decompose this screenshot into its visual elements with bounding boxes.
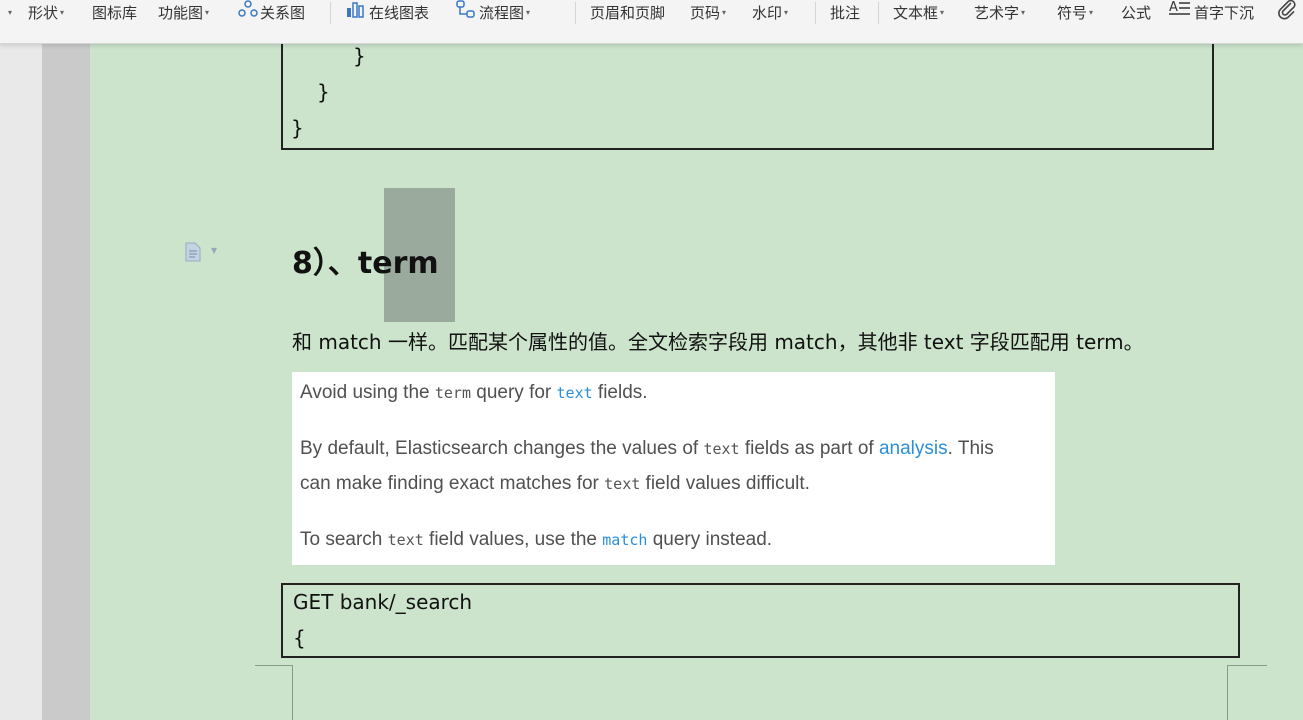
- analysis-link[interactable]: analysis: [879, 438, 948, 459]
- comment-label: 批注: [830, 4, 861, 22]
- note-text: . This: [947, 438, 994, 459]
- left-margin-panel: [0, 44, 42, 720]
- wordart-label: 艺术字: [974, 4, 1020, 22]
- heading-prefix: 8）、: [292, 246, 358, 281]
- note-text: By default, Elasticsearch changes the va…: [300, 438, 704, 459]
- textbox-button[interactable]: 文本框 ▾: [893, 0, 944, 26]
- heading-term: term: [357, 246, 439, 281]
- flowchart-icon: [455, 0, 477, 27]
- watermark-button[interactable]: 水印 ▾: [752, 0, 788, 26]
- header-footer-button[interactable]: 页眉和页脚: [590, 0, 665, 26]
- body-paragraph: 和 match 一样。匹配某个属性的值。全文检索字段用 match，其他非 te…: [292, 330, 1144, 354]
- drop-cap-label: 首字下沉: [1194, 4, 1255, 22]
- dropcap-icon: A: [1168, 0, 1192, 27]
- svg-text:A: A: [1169, 0, 1178, 15]
- formula-button[interactable]: 公式: [1121, 0, 1151, 26]
- code-block-bottom[interactable]: GET bank/_search {: [281, 583, 1240, 658]
- paragraph-handle-caret-icon[interactable]: ▼: [211, 246, 217, 255]
- note-text: Avoid using the: [300, 382, 435, 403]
- note-text: To search: [300, 529, 388, 550]
- icon-library-button[interactable]: 图标库: [92, 0, 137, 26]
- toolbar-caret[interactable]: ▾: [6, 0, 12, 26]
- note-code: term: [434, 384, 471, 402]
- toolbar-divider: [575, 2, 576, 24]
- code-line: }: [317, 80, 330, 104]
- header-footer-label: 页眉和页脚: [590, 4, 666, 22]
- page-number-label: 页码: [690, 4, 721, 22]
- toolbar-divider: [878, 2, 879, 24]
- code-line: }: [353, 44, 366, 68]
- watermark-caret-icon: ▾: [784, 8, 789, 17]
- note-code: text: [556, 384, 593, 402]
- page-number-caret-icon: ▾: [722, 8, 727, 17]
- function-chart-button[interactable]: 功能图 ▾: [158, 0, 209, 26]
- code-line: GET bank/_search: [293, 590, 473, 614]
- note-text: query instead.: [647, 529, 773, 550]
- online-chart-label: 在线图表: [369, 4, 430, 22]
- section-heading: 8）、term: [292, 238, 439, 282]
- relation-chart-label: 关系图: [260, 4, 306, 22]
- relation-icon: [238, 0, 258, 26]
- note-text: can make finding exact matches for: [300, 473, 605, 494]
- function-chart-label: 功能图: [158, 4, 204, 22]
- formula-label: 公式: [1121, 4, 1152, 22]
- note-line: can make finding exact matches for text …: [300, 473, 810, 495]
- function-chart-caret-icon: ▾: [205, 8, 210, 17]
- note-line: By default, Elasticsearch changes the va…: [300, 438, 994, 460]
- code-block-top[interactable]: } } }: [281, 30, 1214, 150]
- textbox-label: 文本框: [893, 4, 939, 22]
- toolbar-divider: [330, 2, 331, 24]
- flowchart-label: 流程图: [479, 4, 525, 22]
- paragraph-handle-icon[interactable]: [185, 242, 201, 262]
- flowchart-caret-icon: ▾: [526, 8, 531, 17]
- code-line: }: [291, 116, 304, 140]
- note-code: text: [703, 440, 740, 458]
- drop-cap-button[interactable]: A 首字下沉: [1168, 0, 1254, 26]
- note-code: text: [604, 475, 641, 493]
- page-corner-mark-right: [1227, 665, 1267, 720]
- note-text: field values, use the: [423, 529, 603, 550]
- page-corner-mark-left: [255, 665, 293, 720]
- ribbon-toolbar: ▾ 形状 ▾ 图标库 功能图 ▾ 关系图 在线图表 流程图 ▾ 页眉和页脚 页码 ▾ 水…: [0, 0, 1303, 44]
- chart-icon: [345, 0, 367, 27]
- shape-button[interactable]: 形状 ▾: [28, 0, 64, 26]
- shape-caret-icon: ▾: [60, 8, 65, 17]
- note-line: To search text field values, use the mat…: [300, 529, 772, 551]
- paperclip-icon: [1276, 0, 1298, 28]
- relation-chart-button[interactable]: 关系图: [238, 0, 305, 26]
- note-text: query for: [470, 382, 557, 403]
- watermark-label: 水印: [752, 4, 783, 22]
- symbol-label: 符号: [1057, 4, 1088, 22]
- textbox-caret-icon: ▾: [940, 8, 945, 17]
- flowchart-button[interactable]: 流程图 ▾: [455, 0, 530, 26]
- shape-label: 形状: [28, 4, 59, 22]
- page-number-button[interactable]: 页码 ▾: [690, 0, 726, 26]
- symbol-caret-icon: ▾: [1089, 8, 1094, 17]
- online-chart-button[interactable]: 在线图表: [345, 0, 429, 26]
- wordart-caret-icon: ▾: [1021, 8, 1026, 17]
- pasted-note-image[interactable]: Avoid using the term query for text fiel…: [292, 372, 1055, 565]
- toolbar-divider: [815, 2, 816, 24]
- page-gutter: [42, 44, 90, 720]
- code-line: {: [293, 626, 306, 650]
- note-text: fields.: [592, 382, 648, 403]
- symbol-button[interactable]: 符号 ▾: [1057, 0, 1093, 26]
- wordart-button[interactable]: 艺术字 ▾: [974, 0, 1025, 26]
- comment-button[interactable]: 批注: [830, 0, 860, 26]
- icon-library-label: 图标库: [92, 4, 138, 22]
- attachment-button[interactable]: [1276, 0, 1298, 26]
- note-text: field values difficult.: [640, 473, 810, 494]
- note-text: fields as part of: [739, 438, 879, 459]
- note-line: Avoid using the term query for text fiel…: [300, 382, 648, 404]
- note-code: match: [602, 531, 648, 549]
- note-code: text: [387, 531, 424, 549]
